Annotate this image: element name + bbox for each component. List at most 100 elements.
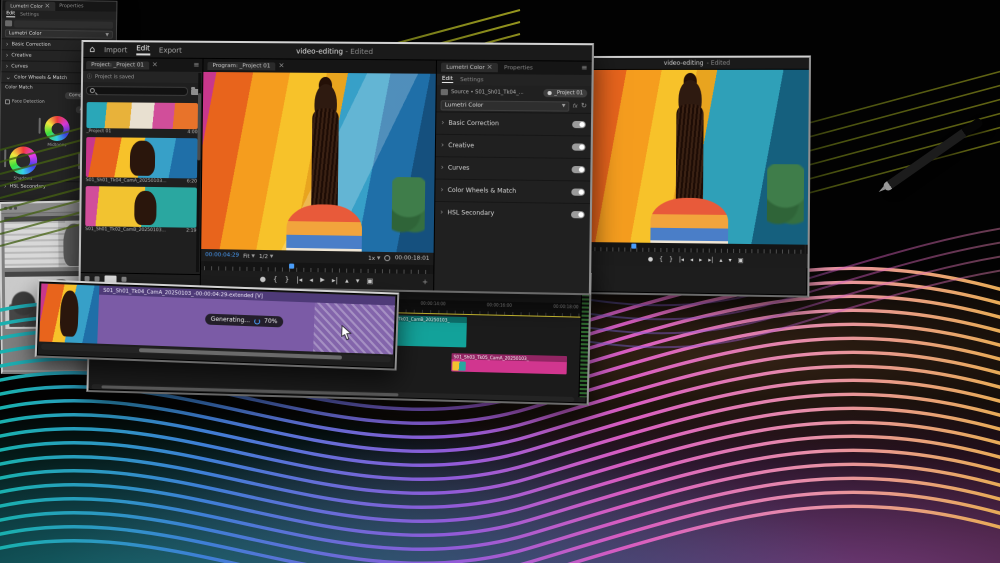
audio-meter [578,294,589,397]
info-icon: ⓘ [87,73,92,80]
list-item[interactable]: _Project 014:00 [86,102,198,135]
step-back-icon[interactable]: ◂ [690,256,693,263]
close-icon[interactable]: × [152,62,158,69]
step-forward-icon[interactable]: ▸| [332,276,338,284]
toggle[interactable] [572,121,586,128]
delete-icon[interactable] [121,277,126,282]
search-icon [90,88,95,93]
playhead[interactable] [631,244,636,249]
mark-out-icon[interactable]: } [285,276,290,284]
premiere-main-window: ⌂ Import Edit Export video-editing - Edi… [79,40,595,295]
project-saved-status: ⓘ Project is saved [83,71,202,83]
mark-in-icon[interactable]: { [273,275,278,283]
project-clip-list: _Project 014:00 S01_Sh01_Tk04_CamA_20250… [81,99,202,274]
subject-figure [296,80,354,253]
tab-program[interactable]: Program: _Project 01 [207,61,275,70]
step-back-icon[interactable]: ◂ [309,276,313,284]
close-icon[interactable]: × [278,62,284,69]
generating-progress-pill: Generating... 70% [205,314,284,328]
menu-edit[interactable]: Edit [136,44,150,55]
clip-thumbnail[interactable] [86,102,198,129]
target-clip-button[interactable]: _Project 01 [544,88,587,97]
clip-head-thumbnail [39,284,99,344]
subtab-settings[interactable]: Settings [460,77,483,83]
home-icon[interactable]: ⌂ [89,45,95,55]
window2-frame-image [586,70,809,245]
clip-thumbnail [452,361,466,370]
export-frame-icon[interactable]: ▣ [738,257,744,264]
section-curves[interactable]: › Curves [436,156,591,180]
toggle[interactable] [571,188,585,195]
export-frame-icon[interactable]: ▣ [367,277,374,285]
window2-transport: ● { } |◂ ◂ ▸ ▸| ▴ ▾ ▣ [585,251,807,268]
generated-region-hatch [313,303,395,355]
section-color-wheels[interactable]: › Color Wheels & Match [435,179,590,204]
lift-icon[interactable]: ▴ [345,277,349,285]
toggle[interactable] [572,143,586,150]
list-item[interactable]: S01_Sh01_Tk04_CamA_20250103...6:20 [86,137,198,184]
playhead[interactable] [289,264,294,269]
lift-icon[interactable]: ▴ [719,256,722,263]
extract-icon[interactable]: ▾ [356,277,360,285]
add-marker-icon[interactable]: ● [260,275,266,283]
clip-pink[interactable]: S01_Sh03_Tk05_CamA_20250103_ [451,353,567,374]
plant-decor [392,177,426,238]
program-frame-image [201,72,436,253]
project-search-row [86,84,199,98]
user-icon [548,90,552,94]
toggle[interactable] [572,166,586,173]
chevron-down-icon: ▾ [562,102,566,109]
project-panel: Project: _Project 01 × ≡ ⓘ Project is sa… [81,58,204,286]
toggle[interactable] [571,211,585,218]
preset-dropdown[interactable]: Lumetri Color▾ [441,100,570,111]
tab-project[interactable]: Project: _Project 01 [86,61,149,69]
generating-clip[interactable]: S01_Sh01_Tk04_CamA_20250103_-00:00:04:29… [97,286,395,355]
go-to-in-icon[interactable]: |◂ [679,256,684,263]
search-input[interactable] [86,86,188,96]
clip-icon [441,89,448,95]
resolution-select[interactable]: 1/2 ▾ [259,252,273,259]
mark-in-icon[interactable]: { [659,255,663,262]
subtab-edit[interactable]: Edit [442,76,453,83]
lumetri-panel: Lumetri Color × Properties ≡ Edit Settin… [433,61,592,294]
section-creative[interactable]: › Creative [436,134,591,158]
add-marker-icon[interactable]: ● [648,255,653,262]
add-button-icon[interactable]: + [422,278,428,286]
settings-gear-icon[interactable] [385,255,391,261]
zoom-select[interactable]: Fit ▾ [243,252,255,259]
list-item[interactable]: S01_Sh01_Tk02_CamB_20250103...2:19 [85,186,197,234]
timecode-current[interactable]: 00:00:04:29 [205,252,239,259]
source-clip-label: Source • S01_Sh01_Tk04_... [451,89,541,96]
project-panel-tabs: Project: _Project 01 × ≡ [83,58,202,72]
fx-icon[interactable]: fx [573,103,578,109]
reset-icon[interactable]: ↻ [581,103,587,110]
section-basic-correction[interactable]: › Basic Correction [436,111,591,135]
premiere-second-window: video-editing- Edited ● { } |◂ ◂ ▸ ▸| ▴ … [583,56,811,298]
panel-menu-icon[interactable]: ≡ [581,65,587,72]
clip-thumbnail[interactable] [86,137,198,178]
window2-screen [586,70,809,245]
play-icon[interactable]: ▸ [320,275,325,285]
timecode-duration: 00:00:18:01 [395,255,430,262]
step-forward-icon[interactable]: ▸| [708,256,713,263]
speed-select[interactable]: 1x ▾ [368,254,380,261]
progress-percent: 70% [264,318,278,325]
mark-out-icon[interactable]: } [669,256,673,263]
window2-title: video-editing- Edited [587,58,809,70]
menu-import[interactable]: Import [104,46,127,54]
subject-figure [660,77,719,245]
menu-export[interactable]: Export [159,46,182,54]
panel-menu-icon[interactable]: ≡ [193,62,199,69]
extend-cursor-icon [340,325,353,341]
go-to-in-icon[interactable]: |◂ [296,276,302,284]
lumetri-source-row: Source • S01_Sh01_Tk04_... _Project 01 [437,85,592,100]
section-hsl-secondary[interactable]: › HSL Secondary [435,201,590,226]
generative-extend-strip: S01_Sh01_Tk04_CamA_20250103_-00:00:04:29… [35,279,400,370]
clip-thumbnail[interactable] [85,186,197,228]
lumetri-tabs: Lumetri Color × Properties ≡ [437,61,592,75]
tab-properties[interactable]: Properties [504,65,533,71]
tab-lumetri-color[interactable]: Lumetri Color × [441,63,498,73]
play-icon[interactable]: ▸ [699,256,702,263]
chevron-right-icon: › [441,120,444,127]
extract-icon[interactable]: ▾ [729,256,732,263]
